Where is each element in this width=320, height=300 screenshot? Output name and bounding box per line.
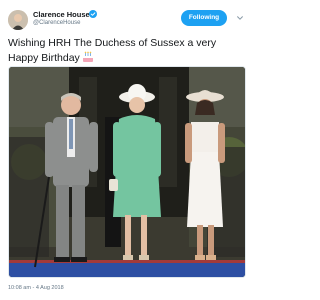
- tweet-body: Wishing HRH The Duchess of Sussex a very…: [8, 37, 246, 65]
- tweet-header: Clarence House @ClarenceHouse Following: [0, 0, 252, 34]
- chevron-down-icon[interactable]: [236, 14, 244, 22]
- verified-badge-icon: [89, 10, 97, 18]
- tweet-timestamp[interactable]: 10:08 am - 4 Aug 2018: [8, 285, 64, 291]
- birthday-cake-emoji: [82, 51, 94, 62]
- following-button[interactable]: Following: [181, 10, 227, 26]
- author-name[interactable]: Clarence House: [33, 10, 90, 19]
- author-handle[interactable]: @ClarenceHouse: [33, 20, 80, 26]
- tweet-photo[interactable]: [8, 66, 246, 278]
- tweet-text: Wishing HRH The Duchess of Sussex a very…: [8, 37, 217, 64]
- avatar[interactable]: [8, 10, 28, 30]
